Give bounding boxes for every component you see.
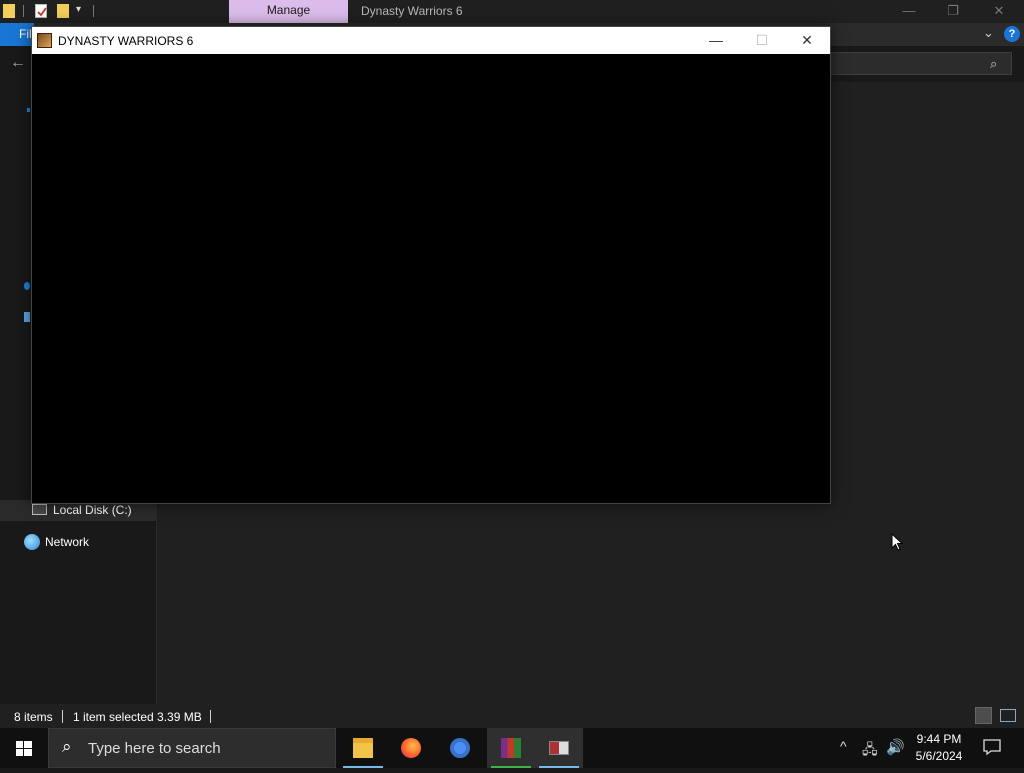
quick-access-separator: [23, 5, 24, 17]
windows-logo-icon: [16, 741, 32, 756]
taskbar-winrar[interactable]: [487, 728, 535, 768]
game-taskbar-icon: [549, 741, 569, 755]
details-view-icon[interactable]: [975, 707, 992, 724]
taskbar-chrome[interactable]: [436, 728, 484, 768]
clock-time[interactable]: 9:44 PM: [910, 732, 968, 746]
explorer-title-bar: [0, 0, 1024, 23]
selection-info: 1 item selected 3.39 MB: [73, 710, 202, 724]
drive-icon: [32, 504, 47, 515]
game-window[interactable]: DYNASTY WARRIORS 6 — ☐ ✕: [31, 26, 831, 504]
game-minimize-button[interactable]: —: [693, 27, 739, 54]
taskbar-file-explorer[interactable]: [339, 728, 387, 768]
properties-icon[interactable]: [35, 4, 47, 18]
folder-icon: [3, 4, 15, 18]
large-icons-view-icon[interactable]: [1000, 709, 1016, 722]
status-separator: [62, 710, 63, 723]
search-icon: ⌕: [62, 737, 72, 756]
explorer-search-input[interactable]: [820, 52, 1012, 75]
network-status-icon[interactable]: 🖧: [862, 739, 878, 763]
explorer-restore-button[interactable]: ❐: [930, 0, 976, 23]
search-icon: ⌕: [990, 56, 998, 71]
back-arrow-icon[interactable]: ←: [10, 54, 26, 72]
taskbar-search-placeholder: Type here to search: [88, 740, 221, 757]
taskbar-firefox[interactable]: [387, 728, 435, 768]
firefox-icon: [401, 738, 421, 758]
nav-item-label: Local Disk (C:): [53, 503, 132, 517]
customize-quick-access-icon[interactable]: ▾: [76, 4, 81, 15]
show-hidden-icons-chevron-icon[interactable]: ^: [840, 738, 847, 754]
this-pc-icon[interactable]: [24, 312, 30, 322]
taskbar-dynasty-warriors[interactable]: [535, 728, 583, 768]
nav-item-label: Network: [45, 535, 90, 549]
game-title-bar[interactable]: DYNASTY WARRIORS 6 — ☐ ✕: [32, 27, 830, 54]
help-icon[interactable]: ?: [1004, 26, 1020, 42]
clock-date[interactable]: 5/6/2024: [910, 749, 968, 763]
chrome-icon: [450, 738, 470, 758]
start-button[interactable]: [0, 728, 48, 768]
quick-access-separator: [93, 5, 94, 17]
file-tab[interactable]: File: [0, 23, 34, 46]
quick-access-icon[interactable]: [27, 108, 30, 112]
game-close-button[interactable]: ✕: [784, 27, 830, 54]
notification-icon[interactable]: [982, 738, 1002, 756]
volume-icon[interactable]: 🔊: [886, 738, 905, 756]
winrar-icon: [501, 738, 521, 758]
game-app-icon: [37, 33, 52, 48]
explorer-minimize-button[interactable]: —: [886, 0, 932, 23]
game-render-area[interactable]: [32, 54, 830, 503]
game-window-title: DYNASTY WARRIORS 6: [58, 34, 194, 48]
explorer-window-title: Dynasty Warriors 6: [361, 4, 463, 18]
manage-tab[interactable]: Manage: [229, 0, 348, 23]
explorer-close-button[interactable]: ✕: [976, 0, 1022, 23]
file-explorer-icon: [353, 738, 373, 758]
item-count: 8 items: [14, 710, 53, 724]
game-maximize-button[interactable]: ☐: [739, 27, 785, 54]
expand-ribbon-icon[interactable]: ⌄: [983, 25, 994, 41]
mouse-cursor-icon: [891, 532, 904, 557]
status-separator: [210, 710, 211, 723]
onedrive-icon[interactable]: [24, 282, 30, 290]
new-folder-icon[interactable]: [57, 4, 69, 18]
network-icon: [24, 534, 40, 550]
